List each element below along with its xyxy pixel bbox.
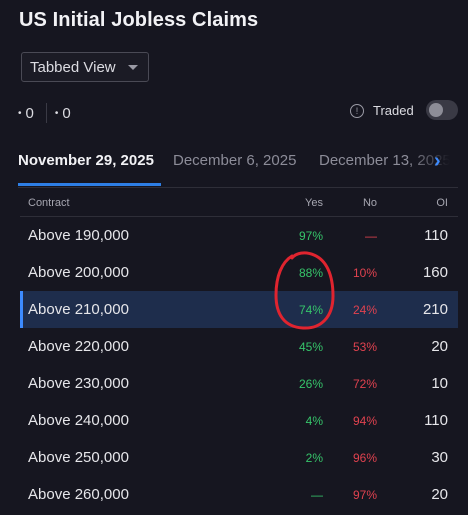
table-row[interactable]: Above 190,000 97% — 110 bbox=[20, 217, 458, 254]
table-body: Above 190,000 97% — 110 Above 200,000 88% 10% 1… bbox=[20, 217, 458, 513]
table-row[interactable]: Above 240,000 4% 94% 110 bbox=[20, 402, 458, 439]
contract-name: Above 210,000 bbox=[28, 301, 129, 318]
stat-second: 0 bbox=[62, 104, 71, 122]
contract-name: Above 220,000 bbox=[28, 338, 129, 355]
traded-filter: ! Traded bbox=[350, 103, 414, 118]
contract-name: Above 260,000 bbox=[28, 486, 129, 503]
no-price[interactable]: 53% bbox=[353, 340, 377, 354]
yes-price[interactable]: 74% bbox=[299, 303, 323, 317]
table-row[interactable]: Above 210,000 74% 24% 210 bbox=[20, 291, 458, 328]
tab-december-6[interactable]: December 6, 2025 bbox=[173, 152, 296, 169]
stats-divider bbox=[45, 103, 47, 123]
bullet-icon: • bbox=[18, 107, 22, 119]
open-interest: 110 bbox=[424, 227, 448, 244]
tab-november-29[interactable]: November 29, 2025 bbox=[18, 152, 154, 169]
table-row[interactable]: Above 250,000 2% 96% 30 bbox=[20, 439, 458, 476]
no-price[interactable]: 72% bbox=[353, 377, 377, 391]
no-price[interactable]: 94% bbox=[353, 414, 377, 428]
contract-name: Above 200,000 bbox=[28, 264, 129, 281]
traded-label: Traded bbox=[373, 103, 414, 118]
open-interest: 10 bbox=[431, 375, 448, 392]
header-no: No bbox=[362, 197, 377, 209]
yes-price[interactable]: 4% bbox=[306, 414, 323, 428]
open-interest: 110 bbox=[424, 412, 448, 429]
table-row[interactable]: Above 260,000 — 97% 20 bbox=[20, 476, 458, 513]
stats-summary: • 0 • 0 bbox=[18, 103, 71, 123]
no-price[interactable]: 97% bbox=[353, 488, 377, 502]
yes-price[interactable]: 26% bbox=[299, 377, 323, 391]
contract-name: Above 190,000 bbox=[28, 227, 129, 244]
contract-name: Above 250,000 bbox=[28, 449, 129, 466]
table-row[interactable]: Above 220,000 45% 53% 20 bbox=[20, 328, 458, 365]
header-oi: OI bbox=[436, 197, 448, 209]
open-interest: 210 bbox=[422, 301, 448, 318]
stat-first: 0 bbox=[25, 104, 34, 122]
yes-price[interactable]: — bbox=[311, 488, 323, 502]
contracts-table: Contract Yes No OI Above 190,000 97% —110 A… bbox=[20, 189, 458, 513]
bullet-icon: • bbox=[54, 107, 59, 119]
view-dropdown-value: Tabbed View bbox=[30, 58, 116, 76]
table-header: Contract Yes No OI bbox=[20, 189, 458, 217]
yes-price[interactable]: 2% bbox=[306, 451, 323, 465]
no-price[interactable]: 24% bbox=[353, 303, 377, 317]
date-tabs: November 29, 2025 December 6, 2025 Decem… bbox=[0, 146, 468, 188]
header-yes: Yes bbox=[305, 197, 323, 209]
chevron-down-icon bbox=[128, 65, 138, 70]
no-price[interactable]: — bbox=[365, 229, 377, 243]
toggle-knob bbox=[429, 103, 443, 117]
no-price[interactable]: 96% bbox=[353, 451, 377, 465]
header-contract: Contract bbox=[28, 197, 70, 209]
table-row[interactable]: Above 230,000 26% 72% 10 bbox=[20, 365, 458, 402]
info-icon[interactable]: ! bbox=[350, 103, 364, 118]
table-row[interactable]: Above 200,000 88% 10% 160 bbox=[20, 254, 458, 291]
contract-name: Above 240,000 bbox=[28, 412, 129, 429]
active-tab-indicator bbox=[18, 183, 161, 186]
tabs-divider bbox=[18, 187, 458, 188]
open-interest: 20 bbox=[431, 338, 448, 355]
open-interest: 20 bbox=[431, 486, 448, 503]
no-price[interactable]: 10% bbox=[353, 266, 377, 280]
open-interest: 30 bbox=[431, 449, 448, 466]
chevron-right-icon[interactable]: › bbox=[434, 150, 441, 173]
contract-name: Above 230,000 bbox=[28, 375, 129, 392]
yes-price[interactable]: 88% bbox=[299, 266, 323, 280]
view-dropdown[interactable]: Tabbed View bbox=[21, 52, 149, 82]
open-interest: 160 bbox=[422, 264, 448, 281]
yes-price[interactable]: 45% bbox=[299, 340, 323, 354]
yes-price[interactable]: 97% bbox=[299, 229, 323, 243]
traded-toggle[interactable] bbox=[426, 100, 458, 120]
page-title: US Initial Jobless Claims bbox=[19, 9, 259, 31]
